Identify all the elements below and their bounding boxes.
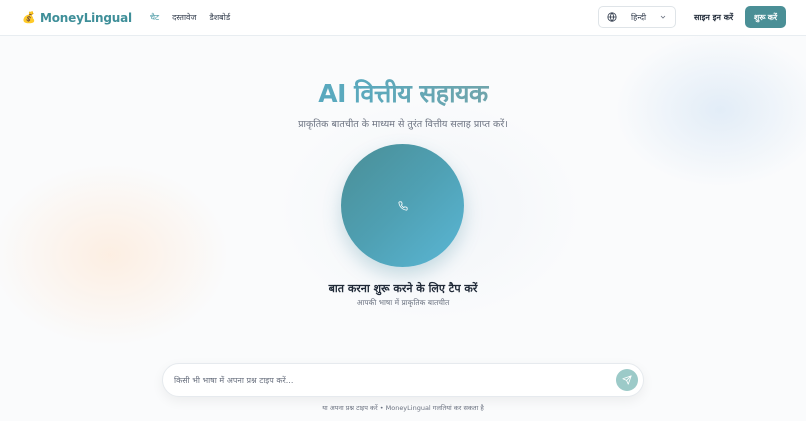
language-select[interactable]: हिन्दी bbox=[598, 6, 676, 28]
brand-logo[interactable]: 💰 MoneyLingual bbox=[22, 11, 132, 25]
top-header: 💰 MoneyLingual चैट दस्तावेज डैशबोर्ड हिन… bbox=[0, 0, 806, 36]
footer-disclaimer: या अपना प्रश्न टाइप करें • MoneyLingual … bbox=[322, 404, 484, 412]
send-button[interactable] bbox=[616, 369, 638, 391]
tap-to-talk-label: बात करना शुरू करने के लिए टैप करें bbox=[328, 282, 478, 295]
start-voice-button[interactable] bbox=[341, 144, 464, 267]
sign-in-link[interactable]: साइन इन करें bbox=[694, 12, 733, 23]
money-bag-icon: 💰 bbox=[22, 11, 36, 24]
phone-icon bbox=[397, 200, 408, 211]
globe-icon bbox=[607, 12, 617, 22]
nav-item-documents[interactable]: दस्तावेज bbox=[172, 12, 196, 23]
get-started-button[interactable]: शुरू करें bbox=[745, 6, 786, 28]
page-subtitle: प्राकृतिक बातचीत के माध्यम से तुरंत वित्… bbox=[298, 119, 508, 130]
app-page: 💰 MoneyLingual चैट दस्तावेज डैशबोर्ड हिन… bbox=[0, 0, 806, 421]
nav-item-dashboard[interactable]: डैशबोर्ड bbox=[209, 12, 230, 23]
brand-name: MoneyLingual bbox=[40, 10, 132, 25]
language-selected: हिन्दी bbox=[631, 12, 647, 22]
question-input[interactable] bbox=[163, 364, 616, 396]
send-icon bbox=[622, 375, 632, 385]
question-composer bbox=[162, 363, 644, 397]
main-nav: चैट दस्तावेज डैशबोर्ड bbox=[150, 12, 230, 23]
tap-to-talk-sublabel: आपकी भाषा में प्राकृतिक बातचीत bbox=[356, 298, 450, 307]
nav-item-chat[interactable]: चैट bbox=[150, 12, 159, 23]
page-title: AI वित्तीय सहायक bbox=[0, 76, 806, 110]
chevron-down-icon bbox=[660, 15, 666, 19]
